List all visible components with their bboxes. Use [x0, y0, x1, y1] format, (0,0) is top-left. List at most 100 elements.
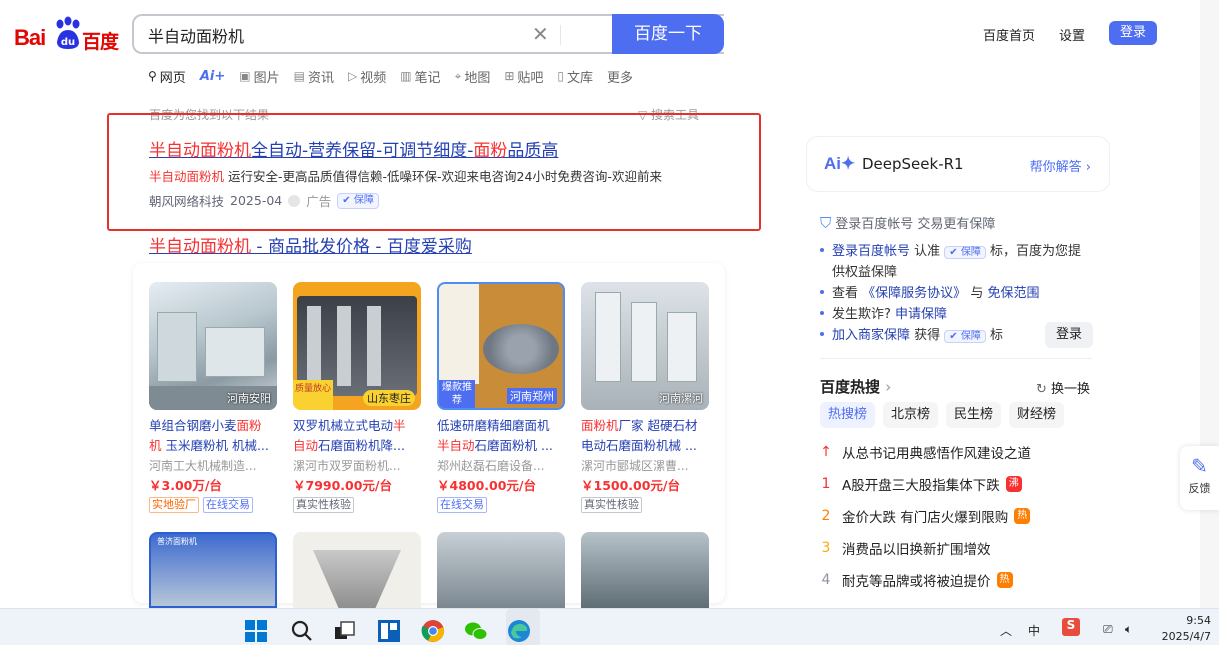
product-company[interactable]: 漯河市双罗面粉机...: [293, 456, 421, 476]
product-card[interactable]: 质量放心 山东枣庄 双罗机械立式电动半 自动石磨面粉机降... 漯河市双罗面粉机…: [293, 282, 421, 513]
network-icon[interactable]: ⎚: [1103, 622, 1113, 637]
exemption-link[interactable]: 免保范围: [987, 286, 1039, 301]
product-tags: 真实性核验: [581, 497, 709, 513]
title-text: 双罗机械立式电动: [293, 418, 394, 433]
task-view-icon[interactable]: [333, 619, 357, 643]
desc-text: 运行安全-更高品质值得信赖-低噪环保-欢迎来电咨询24小时免费咨询-欢迎前来: [224, 169, 662, 184]
refresh-button[interactable]: ↻ 换一换: [1036, 378, 1090, 397]
product-tag: 在线交易: [437, 497, 487, 513]
tab-wenku[interactable]: ▯ 文库: [557, 66, 593, 86]
tab-label: 地图: [464, 70, 491, 86]
guarantee-badge: ✔ 保障: [944, 330, 986, 343]
hot-tab[interactable]: 财经榜: [1009, 402, 1065, 428]
tieba-icon: ⊞: [504, 69, 515, 83]
hot-rank: 1: [821, 476, 831, 492]
bullet: [820, 311, 824, 315]
info-icon[interactable]: [288, 194, 301, 207]
settings-link[interactable]: 设置: [1059, 25, 1085, 44]
login-button[interactable]: 登录: [1109, 21, 1157, 45]
sogou-icon[interactable]: S: [1062, 618, 1080, 636]
chevron-up-icon[interactable]: ︿: [1000, 622, 1012, 639]
hot-item[interactable]: 2 金价大跌 有门店火爆到限购 热: [820, 506, 1031, 526]
ime-icon[interactable]: 中: [1028, 622, 1040, 639]
tab-tieba[interactable]: ⊞ 贴吧: [504, 66, 543, 86]
tab-video[interactable]: ▷ 视频: [348, 66, 386, 86]
product-image[interactable]: [437, 532, 565, 608]
hot-badge: 爆款推荐: [439, 380, 475, 408]
line-text: 标，百度为您提: [990, 244, 1082, 259]
image-icon: ▣: [239, 69, 251, 83]
tab-web[interactable]: ⚲ 网页: [148, 66, 186, 86]
tab-ai[interactable]: Ai+: [200, 66, 225, 86]
clear-icon[interactable]: ✕: [532, 24, 550, 44]
ad-company: 朝风网络科技: [149, 194, 225, 209]
tab-label: 视频: [360, 70, 387, 86]
product-card[interactable]: 爆款推荐 河南郑州 低速研磨精细磨面机 半自动石磨面粉机 ... 郑州赵磊石磨设…: [437, 282, 565, 513]
hot-badge: 沸: [1005, 476, 1022, 492]
wechat-icon[interactable]: [464, 619, 488, 643]
hot-item[interactable]: 3 消费品以旧换新扩围增效: [820, 538, 991, 558]
hot-tab[interactable]: 北京榜: [883, 402, 939, 428]
tab-label: 笔记: [414, 70, 441, 86]
product-card[interactable]: 河南漯河 面粉机厂家 超硬石材 电动石磨面粉机械 ... 漯河市郾城区漯曹...…: [581, 282, 709, 513]
product-image[interactable]: 河南漯河: [581, 282, 709, 410]
product-company[interactable]: 河南工大机械制造...: [149, 456, 277, 476]
product-title-line2: 电动石磨面粉机械 ...: [581, 436, 709, 456]
scrollbar[interactable]: [1200, 0, 1219, 608]
volume-icon[interactable]: 🔈︎: [1125, 622, 1132, 637]
line-text: 供权益保障: [832, 265, 898, 280]
tab-notes[interactable]: ▥ 笔记: [400, 66, 440, 86]
product-image[interactable]: [581, 532, 709, 608]
tab-more[interactable]: 更多: [607, 66, 633, 86]
login-account-link[interactable]: 登录百度帐号: [832, 244, 910, 259]
baidu-home-link[interactable]: 百度首页: [983, 25, 1035, 44]
clock-date: 2025/4/7: [1161, 630, 1211, 643]
title-text: 面粉机械 ...: [631, 438, 697, 453]
join-merchant-link[interactable]: 加入商家保障: [832, 328, 910, 343]
apply-guarantee-link[interactable]: 申请保障: [895, 307, 947, 322]
ad-result-title[interactable]: 半自动面粉机全自动-营养保留-可调节细度-面粉品质高: [149, 136, 558, 161]
feedback-label: 反馈: [1188, 482, 1211, 495]
guarantee-login-button[interactable]: 登录: [1045, 322, 1093, 348]
hot-item[interactable]: ↑ 从总书记用典感悟作风建设之道: [820, 442, 1031, 462]
product-company[interactable]: 郑州赵磊石磨设备...: [437, 456, 565, 476]
windows-start-icon[interactable]: [244, 619, 268, 643]
product-image[interactable]: [293, 532, 421, 608]
product-company[interactable]: 漯河市郾城区漯曹...: [581, 456, 709, 476]
result-title[interactable]: 半自动面粉机 - 商品批发价格 - 百度爱采购: [149, 232, 472, 257]
hot-tab[interactable]: 热搜榜: [820, 402, 876, 428]
search-icon[interactable]: [290, 619, 314, 643]
hot-search-title[interactable]: 百度热搜 ›: [820, 376, 891, 397]
tab-images[interactable]: ▣ 图片: [239, 66, 279, 86]
hot-tab[interactable]: 民生榜: [946, 402, 1002, 428]
hot-rank: 2: [821, 508, 831, 524]
hot-text: 耐克等品牌或将被迫提价: [842, 574, 991, 590]
widgets-icon[interactable]: [377, 619, 401, 643]
baidu-logo[interactable]: Bai du 百度: [14, 16, 120, 56]
product-image[interactable]: 普济面粉机: [149, 532, 277, 608]
news-icon: ▤: [293, 69, 305, 83]
bullet: [820, 248, 824, 252]
clock[interactable]: 9:54 2025/4/7: [1162, 613, 1211, 645]
agreement-link[interactable]: 《保障服务协议》: [862, 286, 966, 301]
hot-item[interactable]: 4 耐克等品牌或将被迫提价 热: [820, 570, 1013, 590]
deepseek-card[interactable]: Ai✦ DeepSeek-R1 帮你解答 ›: [806, 136, 1110, 192]
tab-news[interactable]: ▤ 资讯: [294, 66, 334, 86]
product-card[interactable]: 河南安阳 单组合钢磨小麦面粉 机 玉米磨粉机 机械... 河南工大机械制造...…: [149, 282, 277, 513]
refresh-label: 换一换: [1051, 382, 1091, 397]
product-tags: 在线交易: [437, 497, 565, 513]
search-icon: ⚲: [148, 69, 157, 83]
hot-item[interactable]: 1 A股开盘三大股指集体下跌 沸: [820, 474, 1022, 494]
search-input[interactable]: [148, 24, 528, 46]
product-image[interactable]: 河南安阳: [149, 282, 277, 410]
product-image[interactable]: 爆款推荐 河南郑州: [437, 282, 565, 410]
chevron-right-icon: ›: [1085, 160, 1091, 175]
search-tabs: ⚲ 网页 Ai+ ▣ 图片 ▤ 资讯 ▷ 视频 ▥ 笔记 ⌖ 地图 ⊞ 贴吧 ▯ 文库 更多: [148, 66, 647, 86]
feedback-button[interactable]: ✎ 反馈: [1180, 446, 1219, 510]
tab-map[interactable]: ⌖ 地图: [455, 66, 491, 86]
product-price: ￥7990.00元/台: [293, 478, 392, 493]
help-link[interactable]: 帮你解答 ›: [1030, 156, 1091, 175]
chrome-icon[interactable]: [421, 619, 445, 643]
search-button[interactable]: 百度一下: [612, 14, 724, 54]
product-image[interactable]: 质量放心 山东枣庄: [293, 282, 421, 410]
